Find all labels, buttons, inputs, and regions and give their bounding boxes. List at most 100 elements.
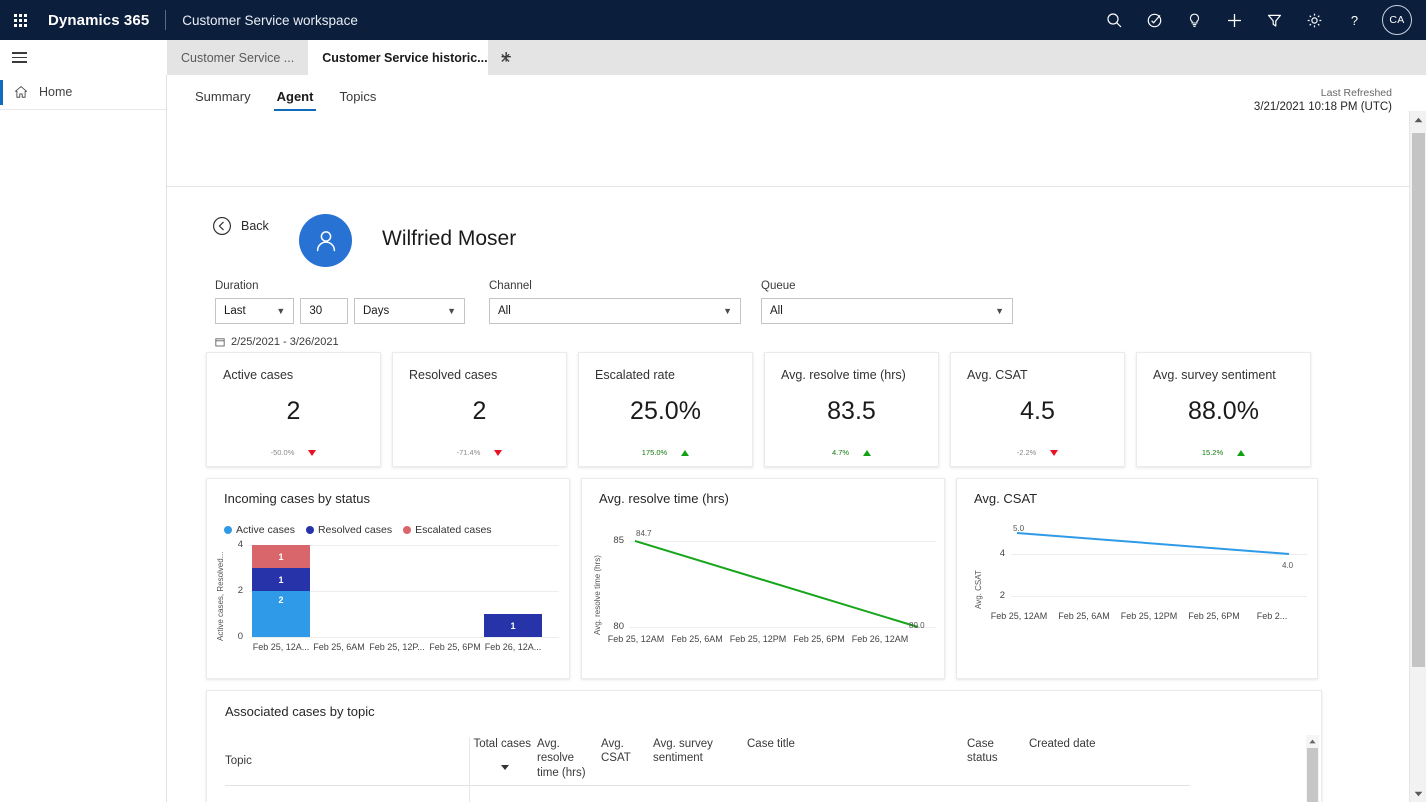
tab-summary[interactable]: Summary <box>184 89 262 111</box>
window-tab-customer-service[interactable]: Customer Service ... <box>167 40 308 75</box>
column-header-topic[interactable]: Topic <box>225 737 469 785</box>
header-actions: ? CA <box>1094 0 1426 40</box>
scroll-down-icon[interactable] <box>1410 785 1426 802</box>
column-header-case-status[interactable]: Case status <box>963 737 1025 785</box>
agent-avatar <box>299 214 352 267</box>
avatar[interactable]: CA <box>1382 5 1412 35</box>
scroll-up-icon[interactable] <box>1306 735 1319 748</box>
assistant-icon[interactable] <box>1134 0 1174 40</box>
kpi-card-avg-csat[interactable]: Avg. CSAT 4.5 -2.2% <box>950 352 1125 467</box>
column-header-avg-resolve-time[interactable]: Avg. resolve time (hrs) <box>531 737 595 785</box>
x-tick-label: Feb 25, 12A... <box>252 642 310 652</box>
brand-title: Dynamics 365 <box>48 11 150 29</box>
sort-desc-icon <box>501 765 509 770</box>
kpi-value: 2 <box>472 397 487 425</box>
trend-down-icon <box>494 449 503 456</box>
queue-select[interactable]: All ▼ <box>761 298 1013 324</box>
kpi-value: 88.0% <box>1188 397 1259 425</box>
last-refreshed-label: Last Refreshed <box>1320 87 1392 99</box>
table-column-divider <box>469 737 470 802</box>
channel-select[interactable]: All ▼ <box>489 298 741 324</box>
table-title: Associated cases by topic <box>225 704 375 719</box>
column-header-avg-survey-sentiment[interactable]: Avg. survey sentiment <box>649 737 719 785</box>
queue-value: All <box>770 305 783 317</box>
x-tick-label: Feb 25, 12P... <box>369 642 425 652</box>
y-tick-label: 85 <box>613 535 624 546</box>
y-axis-title: Avg. resolve time (hrs) <box>593 555 602 635</box>
x-tick-label: Feb 25, 6PM <box>793 634 845 644</box>
chart-card-avg-resolve-time[interactable]: Avg. resolve time (hrs) Avg. resolve tim… <box>581 478 945 679</box>
bar-segment-resolved-cases[interactable]: 1 <box>484 614 542 637</box>
app-launcher-icon[interactable] <box>0 0 40 40</box>
filter-icon[interactable] <box>1254 0 1294 40</box>
kpi-card-avg-survey-sentiment[interactable]: Avg. survey sentiment 88.0% 15.2% <box>1136 352 1311 467</box>
close-icon[interactable]: ✕ <box>500 51 512 65</box>
kpi-card-active-cases[interactable]: Active cases 2 -50.0% <box>206 352 381 467</box>
kpi-delta-value: 15.2% <box>1201 448 1224 457</box>
kpi-card-avg-resolve-time[interactable]: Avg. resolve time (hrs) 83.5 4.7% <box>764 352 939 467</box>
gear-icon[interactable] <box>1294 0 1334 40</box>
agent-profile-header: Back Wilfried Moser <box>167 200 1426 288</box>
duration-relation-select[interactable]: Last ▼ <box>215 298 295 324</box>
x-tick-label: Feb 2... <box>1256 611 1288 621</box>
section-tabs: Summary Agent Topics <box>167 75 1426 111</box>
legend-item-active-cases[interactable]: Active cases <box>224 524 295 536</box>
table-scrollbar[interactable] <box>1306 735 1319 802</box>
help-icon[interactable]: ? <box>1334 0 1374 40</box>
x-tick-label: Feb 25, 12PM <box>729 634 787 644</box>
search-icon[interactable] <box>1094 0 1134 40</box>
legend-swatch-icon <box>403 526 412 534</box>
x-tick-label: Feb 25, 12AM <box>607 634 665 644</box>
trend-up-icon <box>863 449 872 456</box>
duration-unit-select[interactable]: Days ▼ <box>354 298 465 324</box>
duration-amount-input[interactable]: 30 <box>300 298 348 324</box>
bar-segment-active-cases[interactable]: 2 <box>252 591 310 637</box>
column-header-created-date[interactable]: Created date <box>1025 737 1125 785</box>
chart-title: Avg. CSAT <box>974 491 1038 506</box>
kpi-card-row: Active cases 2 -50.0% Resolved cases 2 -… <box>206 352 1322 467</box>
kpi-value: 2 <box>286 397 301 425</box>
sidebar-item-label: Home <box>39 85 73 99</box>
bar-segment-resolved-cases[interactable]: 1 <box>252 568 310 591</box>
bar-segment-escalated-cases[interactable]: 1 <box>252 545 310 568</box>
bar-value-label: 2 <box>278 595 284 605</box>
date-range-display: 2/25/2021 - 3/26/2021 <box>215 336 339 348</box>
menu-icon[interactable] <box>0 40 167 75</box>
legend-item-resolved-cases[interactable]: Resolved cases <box>305 524 392 536</box>
kpi-delta: -50.0% <box>207 448 380 457</box>
bar-value-label: 1 <box>510 620 516 631</box>
kpi-card-resolved-cases[interactable]: Resolved cases 2 -71.4% <box>392 352 567 467</box>
chart-plot-area: Avg. CSAT 4 2 5.0 4.0 Feb 25, 12AM Feb 2… <box>957 521 1319 671</box>
kpi-delta-value: 175.0% <box>641 448 668 457</box>
scroll-up-icon[interactable] <box>1410 111 1426 128</box>
x-tick-label: Feb 25, 6PM <box>429 642 481 652</box>
chart-card-avg-csat[interactable]: Avg. CSAT Avg. CSAT 4 2 5.0 4.0 Feb 25, … <box>956 478 1318 679</box>
kpi-card-escalated-rate[interactable]: Escalated rate 25.0% 175.0% <box>578 352 753 467</box>
person-icon <box>316 230 335 251</box>
legend-item-escalated-cases[interactable]: Escalated cases <box>403 524 492 536</box>
column-header-avg-csat[interactable]: Avg. CSAT <box>595 737 649 785</box>
x-tick-label: Feb 25, 12AM <box>990 611 1048 621</box>
table-scrollbar-thumb[interactable] <box>1307 748 1318 802</box>
window-tab-customer-service-historical[interactable]: Customer Service historic... ✕ <box>308 40 511 75</box>
point-label: 5.0 <box>1013 524 1025 533</box>
agent-name: Wilfried Moser <box>382 227 517 250</box>
kpi-delta: 175.0% <box>579 448 752 457</box>
window-tab-label: Customer Service historic... <box>322 50 488 65</box>
arrow-left-circle-icon <box>213 217 231 235</box>
column-header-case-title[interactable]: Case title <box>719 737 963 785</box>
back-button[interactable]: Back <box>212 216 269 236</box>
duration-filter-group: Duration Last ▼ 30 Days ▼ <box>215 280 465 324</box>
tab-agent[interactable]: Agent <box>266 89 325 111</box>
tab-topics[interactable]: Topics <box>328 89 387 111</box>
chart-card-incoming-cases-by-status[interactable]: Incoming cases by status Active cases Re… <box>206 478 570 679</box>
y-tick-label: 0 <box>237 631 243 642</box>
plus-icon[interactable] <box>1214 0 1254 40</box>
lightbulb-icon[interactable] <box>1174 0 1214 40</box>
column-header-total-cases[interactable]: Total cases <box>469 737 531 785</box>
table-row[interactable]: + Change payment method 1 80.0 4.0 88.0% <box>225 794 1301 802</box>
kpi-delta-value: -71.4% <box>456 448 481 457</box>
page-scrollbar[interactable] <box>1409 111 1426 802</box>
page-scrollbar-thumb[interactable] <box>1412 133 1425 667</box>
sidebar-item-home[interactable]: Home <box>0 75 166 110</box>
